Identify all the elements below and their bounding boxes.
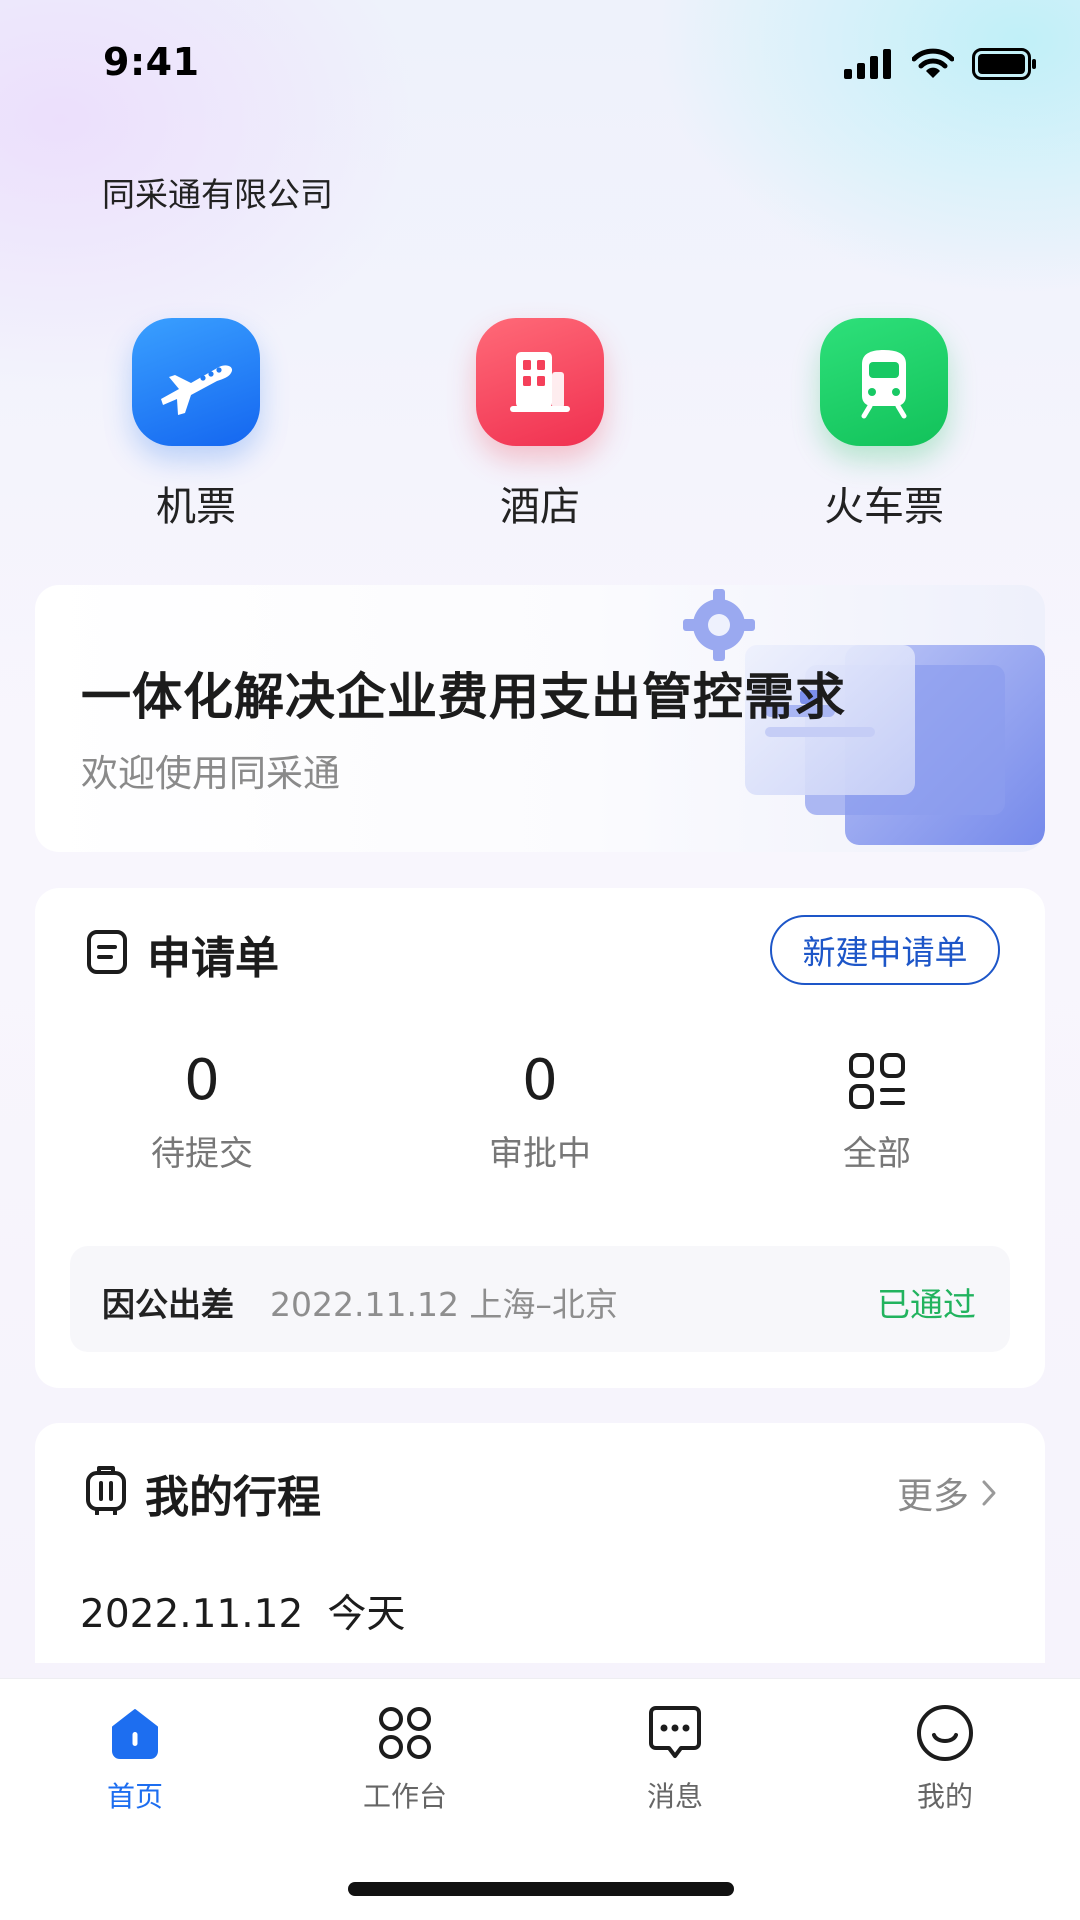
trips-card: 我的行程 更多 2022.11.12 今天 — [35, 1423, 1045, 1663]
trip-date-row: 2022.11.12 今天 — [80, 1583, 405, 1639]
status-time: 9:41 — [103, 40, 200, 84]
trip-day: 今天 — [327, 1592, 406, 1637]
quick-nav-label: 酒店 — [500, 484, 580, 530]
quick-nav-label: 火车票 — [824, 484, 944, 530]
luggage-icon — [86, 1466, 126, 1515]
banner-subtitle: 欢迎使用同采通 — [81, 752, 340, 795]
tab-messages[interactable]: 消息 — [595, 1701, 755, 1815]
tab-profile[interactable]: 我的 — [865, 1701, 1025, 1815]
message-icon — [595, 1701, 755, 1765]
battery-icon — [972, 48, 1036, 80]
application-type: 因公出差 — [102, 1285, 234, 1324]
status-bar: 9:41 — [0, 0, 1080, 130]
application-card: 申请单 新建申请单 0 待提交 0 审批中 全部 因公出差 2022.11.12… — [35, 888, 1045, 1388]
application-list-item[interactable]: 因公出差 2022.11.12 上海–北京 已通过 — [70, 1246, 1010, 1352]
status-icons — [844, 48, 1038, 80]
hotel-icon — [476, 318, 604, 446]
banner-title: 一体化解决企业费用支出管控需求 — [81, 668, 846, 726]
stat-value: 0 — [184, 1048, 220, 1113]
tab-label: 首页 — [106, 1780, 163, 1813]
stat-label: 待提交 — [151, 1134, 253, 1174]
trips-title: 我的行程 — [145, 1472, 321, 1523]
train-icon — [820, 318, 948, 446]
quick-nav-hotel[interactable]: 酒店 — [440, 318, 640, 532]
quick-nav-flight[interactable]: 机票 — [96, 318, 296, 532]
application-title: 申请单 — [147, 933, 279, 984]
workbench-icon — [325, 1701, 485, 1765]
stat-label: 全部 — [843, 1134, 911, 1174]
home-icon — [55, 1701, 215, 1765]
tab-label: 我的 — [916, 1780, 973, 1813]
tab-home[interactable]: 首页 — [55, 1701, 215, 1815]
airplane-icon — [132, 318, 260, 446]
stat-label: 审批中 — [489, 1134, 591, 1174]
quick-nav-label: 机票 — [156, 484, 236, 530]
application-status: 已通过 — [877, 1285, 976, 1324]
promo-banner[interactable]: 一体化解决企业费用支出管控需求 欢迎使用同采通 — [35, 585, 1045, 852]
quick-nav-train[interactable]: 火车票 — [784, 318, 984, 532]
stat-in-approval[interactable]: 0 审批中 — [440, 1048, 640, 1175]
tab-label: 消息 — [646, 1780, 703, 1813]
home-indicator[interactable] — [348, 1882, 734, 1896]
tab-workbench[interactable]: 工作台 — [325, 1701, 485, 1815]
stat-value: 0 — [522, 1048, 558, 1113]
company-name[interactable]: 同采通有限公司 — [102, 168, 333, 216]
more-label: 更多 — [896, 1476, 969, 1517]
chevron-right-icon — [982, 1480, 996, 1506]
stat-pending-submit[interactable]: 0 待提交 — [102, 1048, 302, 1175]
tab-label: 工作台 — [362, 1780, 447, 1813]
new-application-button[interactable]: 新建申请单 — [770, 915, 1000, 985]
more-link[interactable]: 更多 — [897, 1467, 997, 1519]
wifi-icon — [912, 48, 954, 78]
profile-icon — [865, 1701, 1025, 1765]
document-icon — [87, 930, 127, 974]
application-detail: 2022.11.12 上海–北京 — [270, 1285, 618, 1324]
trip-date: 2022.11.12 — [80, 1592, 304, 1637]
stat-all[interactable]: 全部 — [777, 1048, 977, 1175]
grid-list-icon — [777, 1048, 977, 1114]
cellular-signal-icon — [844, 49, 891, 79]
